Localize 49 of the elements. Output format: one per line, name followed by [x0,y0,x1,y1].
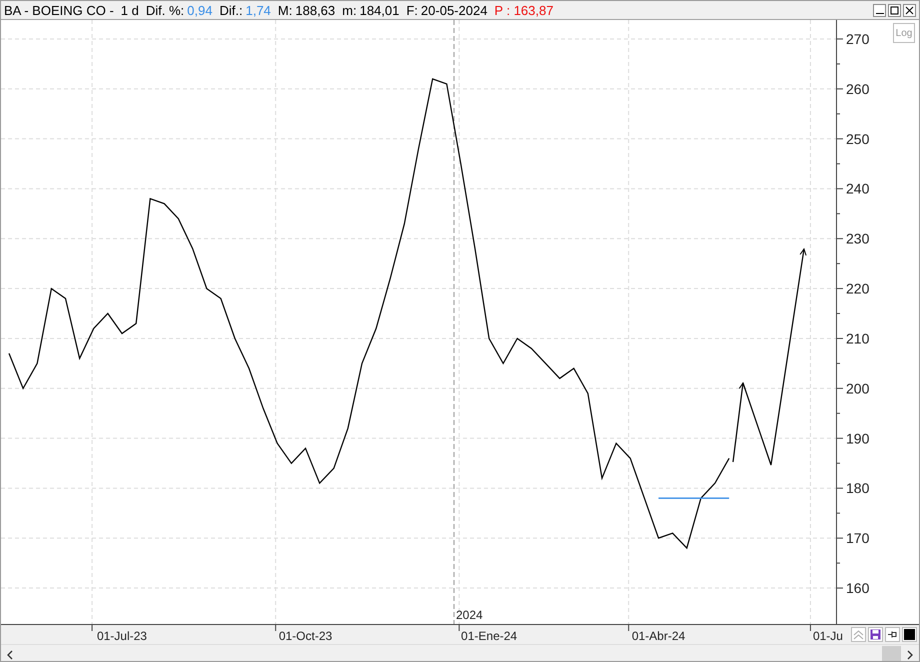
stat-label: Dif.: [219,2,243,18]
color-button[interactable] [902,627,917,642]
axis-label: 170 [846,530,870,546]
chevron-left-icon [6,650,14,660]
save-button[interactable] [868,627,883,642]
year-label: 2024 [456,608,483,622]
axis-label: 01-Oct-23 [278,629,332,643]
minimize-button[interactable] [873,4,886,16]
square-icon [904,629,915,640]
stat-label: M: [278,2,292,18]
minimize-icon [876,13,884,14]
stat-label: m: [342,2,357,18]
close-button[interactable] [903,4,916,16]
chevron-right-icon [906,650,914,660]
stat-label: Dif. %: [146,2,184,18]
axis-label: 190 [846,430,870,446]
axis-label: 240 [846,180,870,197]
pin-button[interactable] [885,627,900,642]
axis-label: 160 [846,580,870,596]
stat-label: F: [406,2,418,18]
stat-value: 0,94 [187,2,212,18]
axis-label: 270 [846,30,870,47]
scrollbar-thumb[interactable] [882,646,901,661]
axis-label: 220 [846,280,870,297]
axis-label: 01-Abr-24 [632,629,686,643]
stat-value: 1,74 [246,2,271,18]
header-text: P : 163,87 [494,2,554,18]
maximize-button[interactable] [888,4,901,16]
close-icon [905,6,914,14]
axis-label: 210 [846,330,870,346]
pin-icon [887,629,898,640]
stat-value: 20-05-2024 [420,2,488,18]
double-chevron-icon [853,629,864,640]
stat-value: 184,01 [360,2,400,18]
axis-label: 01-Jul-23 [96,629,147,643]
maximize-icon [890,6,899,14]
header-text: BA - BOEING CO - [4,2,114,18]
axis-label: 01-Ene-24 [461,629,518,643]
axis-label: 260 [846,80,870,97]
save-icon [870,629,881,640]
axis-label: 250 [846,130,870,147]
support-line [658,498,730,499]
axis-label: 200 [846,380,870,396]
axis-label: 230 [846,230,870,247]
header-text: 1 d [120,2,139,18]
axis-label: 01-Ju [812,629,843,643]
log-button[interactable]: Log [893,23,915,43]
stat-value: 188,63 [295,2,336,18]
axis-label: 180 [846,480,870,496]
